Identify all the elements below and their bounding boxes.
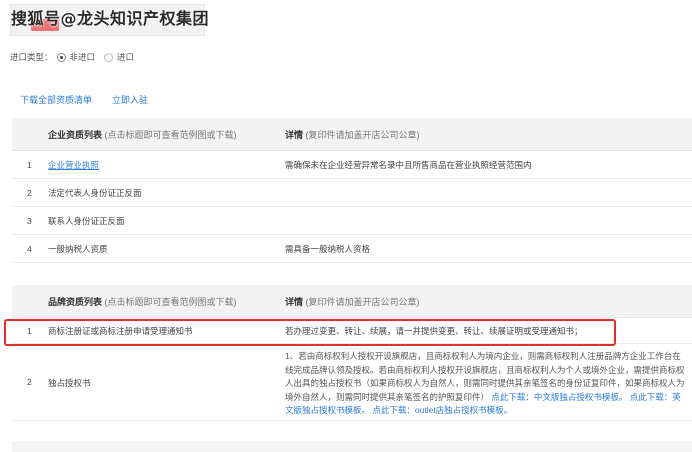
enterprise-qualification-table: 企业资质列表 (点击标题即可查看范例图或下载) 详情 (复印件请加盖开店公司公章… [12,118,692,263]
brand-table-header: 品牌资质列表 (点击标题即可查看范例图或下载) 详情 (复印件请加盖开店公司公章… [12,285,692,318]
table-row: 2 独占授权书 1、若由商标权利人授权开设旗舰店，且商标权利人为境内企业，则需商… [12,344,692,421]
row-number: 3 [27,215,32,226]
row-detail: 1、若由商标权利人授权开设旗舰店，且商标权利人为境内企业，则需商标权利人注册品牌… [285,350,687,418]
download-outlet-template-link[interactable]: 点此下载：outlet店独占授权书模板。 [372,405,512,415]
watermark: 搜狐号@龙头知识产权集团 [11,9,210,28]
table-row: 1 企业营业执照 需确保未在企业经营异常名录中且所售商品在营业执照经营范围内 [12,151,692,179]
action-links: 下载全部资质清单 立即入驻 [20,93,148,106]
radio-non-import[interactable]: 非进口 [56,51,96,63]
table-row: 4 一般纳税人资质 需具备一般纳税人资格 [12,235,692,263]
brand-table-title: 品牌资质列表 (点击标题即可查看范例图或下载) [48,296,237,307]
row-detail: 需具备一般纳税人资格 [285,243,371,254]
table-row: 2 法定代表人身份证正反面 [12,179,692,207]
radio-import[interactable]: 进口 [104,51,134,63]
table-row: 3 联系人身份证正反面 [12,207,692,235]
import-type-label: 进口类型： [10,52,53,62]
row-title[interactable]: 法定代表人身份证正反面 [48,187,142,199]
brand-qualification-table: 品牌资质列表 (点击标题即可查看范例图或下载) 详情 (复印件请加盖开店公司公章… [12,285,692,421]
radio-checked-icon[interactable] [56,52,66,62]
enterprise-table-header: 企业资质列表 (点击标题即可查看范例图或下载) 详情 (复印件请加盖开店公司公章… [12,118,692,151]
row-title[interactable]: 联系人身份证正反面 [48,215,125,227]
row-number: 2 [27,187,32,198]
download-chinese-template-link[interactable]: 点此下载：中文版独占授权书模板。 [491,392,627,402]
table-row: 1 商标注册证或商标注册申请受理通知书 若办理过变更、转让、续展，请一并提供变更… [12,318,692,344]
row-detail: 需确保未在企业经营异常名录中且所售商品在营业执照经营范围内 [285,159,532,170]
enterprise-detail-title: 详情 (复印件请加盖开店公司公章) [285,129,420,140]
row-number: 1 [27,159,32,170]
next-section-strip [12,441,692,452]
radio-import-label: 进口 [117,52,135,62]
radio-unchecked-icon[interactable] [104,52,114,62]
download-all-link[interactable]: 下载全部资质清单 [20,93,92,106]
row-number: 1 [27,325,32,336]
business-license-link[interactable]: 企业营业执照 [48,159,99,171]
row-number: 2 [27,377,32,387]
import-now-link[interactable]: 立即入驻 [112,93,148,106]
enterprise-table-title: 企业资质列表 (点击标题即可查看范例图或下载) [48,129,237,140]
row-detail: 若办理过变更、转让、续展，请一并提供变更、转让、续展证明或受理通知书； [285,325,583,336]
row-number: 4 [27,243,32,254]
row-title[interactable]: 一般纳税人资质 [48,243,108,255]
exclusive-authorization-title[interactable]: 独占授权书 [48,377,91,389]
import-type-row: 进口类型： 非进口 进口 [10,51,134,63]
radio-non-import-label: 非进口 [69,52,96,62]
brand-detail-title: 详情 (复印件请加盖开店公司公章) [285,296,420,307]
trademark-certificate-title[interactable]: 商标注册证或商标注册申请受理通知书 [48,325,193,337]
